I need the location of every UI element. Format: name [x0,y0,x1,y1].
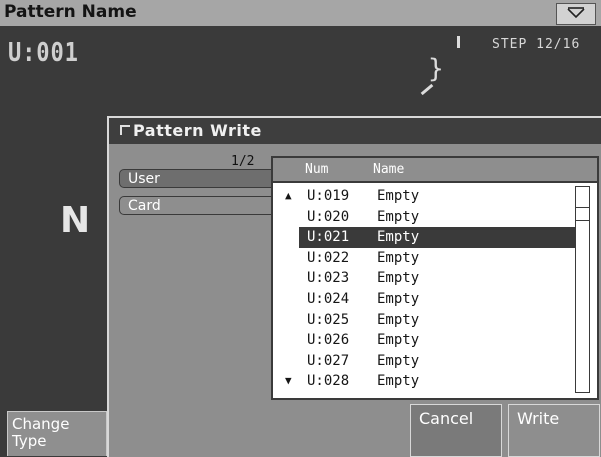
cancel-label: Cancel [419,409,474,428]
pattern-write-dialog: Pattern Write 1/2 User Card Num Name ▲ U:… [107,116,601,457]
cancel-button[interactable]: Cancel [410,404,502,457]
list-header: Num Name [273,158,597,183]
list-item[interactable]: ▼ U:028 Empty [273,371,577,392]
row-name: Empty [377,229,420,246]
row-number: U:027 [307,352,350,369]
row-name: Empty [377,208,420,225]
column-name: Name [373,162,405,177]
change-type-label-2: Type [12,432,47,450]
list-item[interactable]: U:025 Empty [273,310,577,331]
list-item[interactable]: U:020 Empty [273,207,577,228]
row-number: U:022 [307,249,350,266]
arrow-up-icon: ▲ [285,189,292,202]
row-number: U:020 [307,208,350,225]
column-num: Num [305,162,329,177]
row-name: Empty [377,311,420,328]
row-name: Empty [377,352,420,369]
list-rows: ▲ U:019 Empty U:020 Empty U:021 Empty U:022 Empt… [273,186,577,392]
write-label: Write [517,409,560,428]
list-item[interactable]: U:021 Empty [299,227,577,248]
row-number: U:025 [307,311,350,328]
list-item[interactable]: U:022 Empty [273,248,577,269]
row-name: Empty [377,249,420,266]
chevron-down-icon [567,7,585,19]
row-number: U:023 [307,270,350,287]
arrow-down-icon: ▼ [285,374,292,388]
step-indicator: STEP 12/16 [492,37,581,52]
row-name: Empty [377,290,420,307]
row-name: Empty [377,188,420,204]
pattern-name-display: N [60,200,91,241]
row-name: Empty [377,373,420,390]
dialog-titlebar: Pattern Write [109,118,601,144]
row-number: U:021 [307,229,350,246]
screen-title: Pattern Name [4,2,137,22]
row-number: U:024 [307,290,350,307]
row-name: Empty [377,270,420,287]
list-item[interactable]: U:024 Empty [273,289,577,310]
menu-dropdown-button[interactable] [556,3,596,25]
slash-decoration [420,83,434,96]
source-card[interactable]: Card [119,196,279,215]
page-indicator: 1/2 [231,154,255,169]
row-number: U:026 [307,332,350,349]
write-button[interactable]: Write [508,404,600,457]
screen-titlebar: Pattern Name [0,0,601,26]
list-item[interactable]: U:026 Empty [273,330,577,351]
step-cursor [457,36,460,48]
dialog-title: Pattern Write [133,121,262,140]
list-item[interactable]: U:023 Empty [273,268,577,289]
corner-icon [120,125,130,135]
row-name: Empty [377,332,420,349]
row-number: U:028 [307,373,350,390]
change-type-button[interactable]: Change Type [7,411,107,456]
pattern-number: U:001 [8,38,79,68]
change-type-label-1: Change [12,415,70,433]
brace-decoration: } [428,54,444,84]
row-number: U:019 [307,188,350,204]
scrollbar-thumb[interactable] [576,207,589,221]
source-user[interactable]: User [119,169,279,188]
list-item[interactable]: ▲ U:019 Empty [273,186,577,207]
pattern-list: Num Name ▲ U:019 Empty U:020 Empty U:021 Empty… [271,156,599,400]
list-scrollbar[interactable] [575,186,590,393]
list-item[interactable]: U:027 Empty [273,351,577,372]
